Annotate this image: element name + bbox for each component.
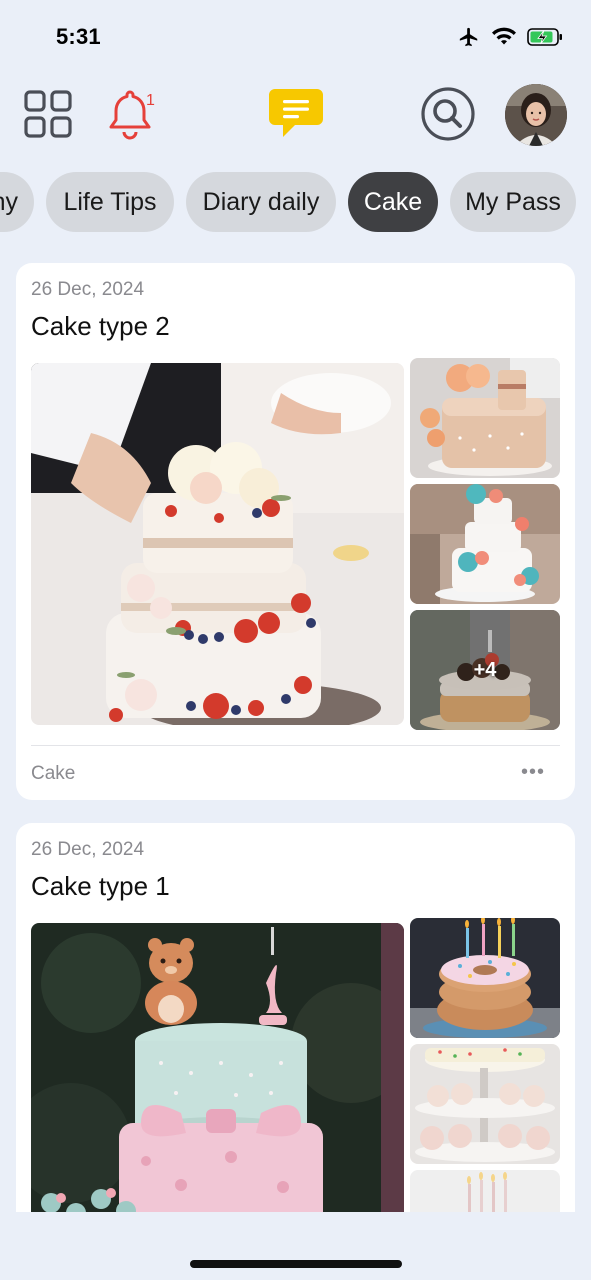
home-indicator[interactable] (190, 1260, 402, 1268)
post-title: Cake type 2 (31, 311, 170, 341)
more-photos-count: +4 (473, 658, 497, 681)
notification-count-badge: 1 (146, 92, 155, 109)
chip-life-tips[interactable]: Life Tips (46, 172, 174, 232)
chip-my-pass[interactable]: My Pass (450, 172, 576, 232)
chip-ny[interactable]: ny (0, 172, 34, 232)
post-title: Cake type 1 (31, 871, 170, 901)
post-date: 26 Dec, 2024 (31, 279, 145, 300)
top-header: 1 (0, 80, 591, 150)
airplane-icon (459, 27, 478, 47)
status-icons (457, 26, 563, 48)
post-thumb-photo[interactable] (410, 918, 560, 1038)
profile-avatar[interactable] (505, 84, 567, 146)
post-card[interactable]: 26 Dec, 2024 Cake type 1 (16, 823, 575, 1243)
post-thumb-photo[interactable] (410, 484, 560, 604)
post-date: 26 Dec, 2024 (31, 839, 145, 860)
more-options-icon[interactable]: ••• (521, 761, 545, 784)
chip-diary-daily[interactable]: Diary daily (186, 172, 336, 232)
card-divider (31, 745, 560, 746)
status-time: 5:31 (56, 24, 101, 49)
grid-icon (24, 90, 72, 138)
post-card[interactable]: 26 Dec, 2024 Cake type 2 +4 Cake ••• (16, 263, 575, 800)
post-thumb-photo[interactable] (410, 1044, 560, 1164)
post-thumb-photo-more[interactable]: +4 (410, 610, 560, 730)
wifi-icon (492, 27, 516, 45)
chip-cake[interactable]: Cake (348, 172, 438, 232)
bottom-safe-area (0, 1212, 591, 1280)
chat-icon (269, 89, 323, 137)
category-chips: ny Life Tips Diary daily Cake My Pass (0, 172, 591, 234)
grid-menu-button[interactable] (22, 88, 74, 140)
post-category: Cake (31, 763, 76, 784)
battery-charging-icon (527, 28, 562, 46)
post-main-photo[interactable] (31, 923, 404, 1243)
search-icon (421, 87, 475, 141)
post-main-photo[interactable] (31, 363, 404, 725)
search-button[interactable] (420, 86, 476, 142)
status-bar: 5:31 (0, 0, 591, 70)
messages-button[interactable] (266, 86, 326, 142)
post-thumb-photo[interactable] (410, 358, 560, 478)
